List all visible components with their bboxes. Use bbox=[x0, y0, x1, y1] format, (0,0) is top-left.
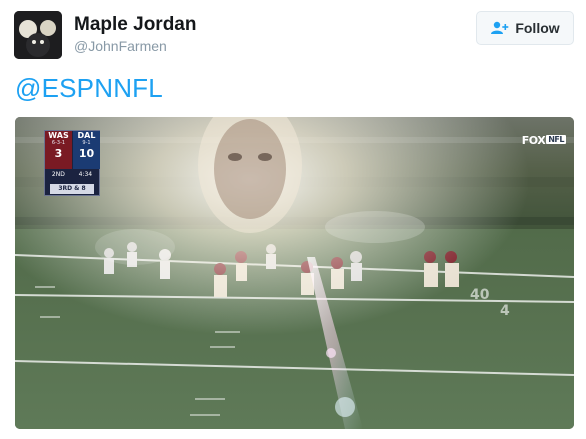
display-name[interactable]: Maple Jordan bbox=[74, 14, 196, 36]
add-user-icon bbox=[490, 21, 510, 35]
tweet-text-mention[interactable]: @ESPNNFL bbox=[15, 73, 163, 104]
avatar[interactable] bbox=[14, 11, 62, 59]
quarter: 2ND bbox=[51, 171, 65, 178]
game-clock-row: 2ND 4:34 bbox=[45, 171, 99, 178]
scorebug: WAS 6-3-1 3 DAL 9-1 10 2ND 4:34 3RD & 8 bbox=[44, 130, 100, 196]
away-team: WAS bbox=[48, 131, 69, 140]
home-team: DAL bbox=[77, 131, 96, 140]
nfl-logo-text: NFL bbox=[546, 135, 566, 144]
game-clock: 4:34 bbox=[78, 171, 93, 178]
network-logo: FOX NFL bbox=[522, 134, 566, 147]
away-team-box: WAS 6-3-1 3 bbox=[45, 131, 72, 169]
follow-label: Follow bbox=[515, 20, 560, 36]
home-team-box: DAL 9-1 10 bbox=[73, 131, 100, 169]
user-handle[interactable]: @JohnFarmen bbox=[74, 38, 167, 54]
away-record: 6-3-1 bbox=[51, 140, 66, 146]
tweet-media-image[interactable]: 40 4 bbox=[15, 117, 574, 429]
tweet-card: Maple Jordan @JohnFarmen Follow @ESPNNFL bbox=[0, 0, 586, 439]
home-record: 9-1 bbox=[82, 140, 91, 146]
away-score: 3 bbox=[54, 147, 63, 160]
home-score: 10 bbox=[78, 147, 95, 160]
down-and-distance: 3RD & 8 bbox=[50, 184, 94, 194]
fox-logo-text: FOX bbox=[521, 134, 546, 147]
follow-button[interactable]: Follow bbox=[476, 11, 574, 45]
